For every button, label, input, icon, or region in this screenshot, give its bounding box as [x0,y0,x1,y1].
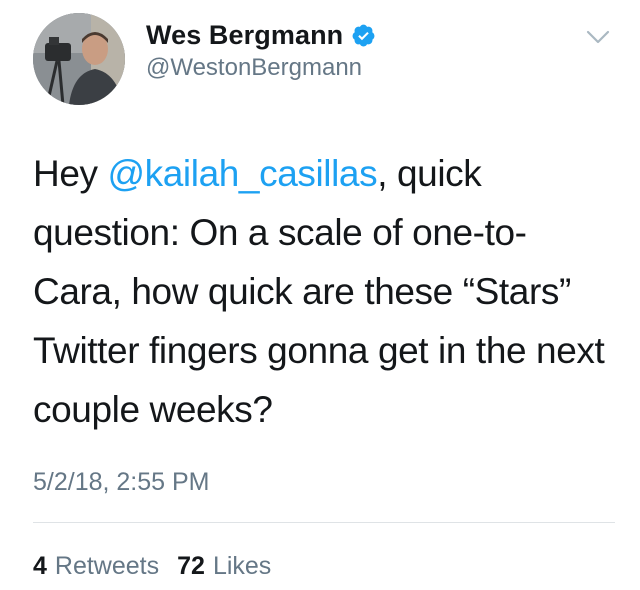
tweet-text-body: , quick question: On a scale of one-to-C… [33,153,605,430]
likes-count: 72 [177,552,205,580]
avatar[interactable] [33,13,125,105]
tweet-stats: 4 Retweets 72 Likes [33,552,271,581]
likes-stat[interactable]: 72 Likes [177,552,271,581]
retweets-label: Retweets [54,552,160,580]
chevron-down-icon[interactable] [585,28,611,46]
retweets-count: 4 [33,552,47,580]
verified-badge-icon [351,23,376,48]
author-handle[interactable]: @WestonBergmann [146,54,362,82]
tweet-timestamp[interactable]: 5/2/18, 2:55 PM [33,468,210,497]
avatar-photo [33,13,125,105]
mention-link[interactable]: @kailah_casillas [107,153,377,194]
tweet-text-intro: Hey [33,153,108,194]
retweets-stat[interactable]: 4 Retweets [33,552,159,581]
likes-label: Likes [212,552,272,580]
tweet: Wes Bergmann @WestonBergmann Hey @kailah… [0,0,640,590]
divider [33,522,615,523]
author-name-row[interactable]: Wes Bergmann [146,18,376,52]
tweet-text: Hey @kailah_casillas, quick question: On… [33,144,613,439]
display-name[interactable]: Wes Bergmann [146,20,343,51]
